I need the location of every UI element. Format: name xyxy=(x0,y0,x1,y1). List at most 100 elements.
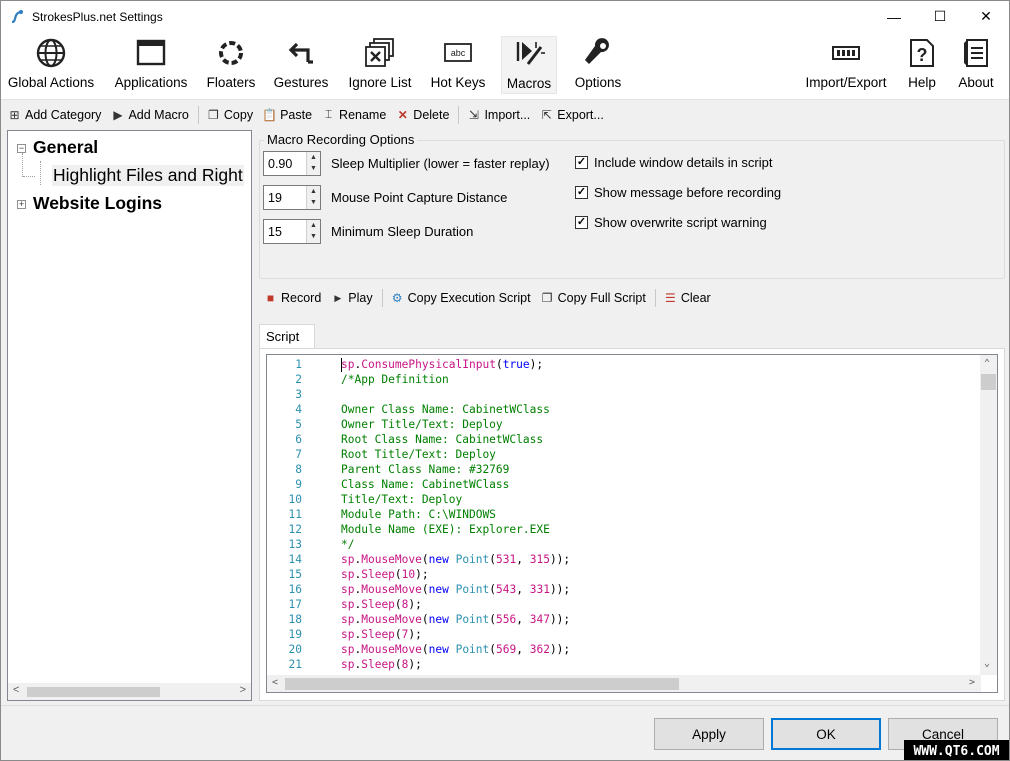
scroll-left-icon[interactable]: < xyxy=(272,677,278,688)
tab-hot-keys[interactable]: abc Hot Keys xyxy=(429,36,487,94)
code-line[interactable]: Class Name: CabinetWClass xyxy=(341,478,509,491)
code-line[interactable]: Owner Title/Text: Deploy xyxy=(341,418,503,431)
spin-down-icon[interactable]: ▼ xyxy=(307,197,320,208)
code-line[interactable]: sp.ConsumePhysicalInput(true); xyxy=(341,358,543,371)
capture-distance-stepper[interactable]: 19 ▲ ▼ xyxy=(263,185,321,210)
scroll-right-icon[interactable]: > xyxy=(240,684,246,696)
tree-category-website-logins[interactable]: Website Logins xyxy=(33,193,162,214)
expand-icon[interactable]: + xyxy=(17,200,26,209)
checkmark-icon[interactable]: ✓ xyxy=(575,216,588,229)
show-overwrite-checkbox[interactable]: ✓ Show overwrite script warning xyxy=(575,215,767,230)
delete-label: Delete xyxy=(413,107,450,122)
tab-about[interactable]: About xyxy=(953,36,999,94)
line-number-gutter: 1 2 3 4 5 6 7 8 9 10 11 12 13 14 15 16 17 18 19 20 21 xyxy=(267,355,320,675)
scroll-up-icon[interactable]: ⌃ xyxy=(984,358,990,369)
tab-label: Help xyxy=(908,75,936,90)
scroll-down-icon[interactable]: ⌄ xyxy=(984,658,990,669)
code-line[interactable]: */ xyxy=(341,538,354,551)
paste-button[interactable]: 📋 Paste xyxy=(262,108,312,122)
spin-up-icon[interactable]: ▲ xyxy=(307,186,320,197)
stepper-value[interactable]: 19 xyxy=(268,191,282,205)
macro-toolbar: ⊞ Add Category ▶ Add Macro ❐ Copy 📋 Paste ⌶ R… xyxy=(1,102,1009,127)
code-line[interactable]: sp.Sleep(8); xyxy=(341,658,422,671)
min-sleep-stepper[interactable]: 15 ▲ ▼ xyxy=(263,219,321,244)
checkmark-icon[interactable]: ✓ xyxy=(575,186,588,199)
editor-horizontal-scrollbar[interactable]: < > xyxy=(267,675,981,692)
tab-script[interactable]: Script xyxy=(259,324,315,349)
scrollbar-thumb[interactable] xyxy=(27,687,160,697)
maximize-button[interactable]: ☐ xyxy=(917,1,963,32)
copy-execution-script-button[interactable]: ⚙ Copy Execution Script xyxy=(390,291,531,305)
code-line[interactable]: /*App Definition xyxy=(341,373,449,386)
script-editor[interactable]: 1 2 3 4 5 6 7 8 9 10 11 12 13 14 15 16 17 18 19 20 21 sp.Con… xyxy=(266,354,998,693)
code-line[interactable]: sp.Sleep(10); xyxy=(341,568,429,581)
code-line[interactable]: Title/Text: Deploy xyxy=(341,493,462,506)
code-line[interactable]: Parent Class Name: #32769 xyxy=(341,463,509,476)
window-title: StrokesPlus.net Settings xyxy=(32,9,163,24)
code-line[interactable]: sp.MouseMove(new Point(569, 362)); xyxy=(341,643,570,656)
editor-vertical-scrollbar[interactable]: ⌃ ⌄ xyxy=(980,355,997,675)
spin-down-icon[interactable]: ▼ xyxy=(307,163,320,174)
clear-button[interactable]: ☰ Clear xyxy=(663,291,711,305)
code-line[interactable]: sp.Sleep(7); xyxy=(341,628,422,641)
code-line[interactable]: sp.Sleep(8); xyxy=(341,598,422,611)
line-number: 16 xyxy=(288,583,302,596)
code-line[interactable]: sp.MouseMove(new Point(543, 331)); xyxy=(341,583,570,596)
show-message-checkbox[interactable]: ✓ Show message before recording xyxy=(575,185,781,200)
export-button[interactable]: ⇱ Export... xyxy=(539,108,604,122)
delete-button[interactable]: ✕ Delete xyxy=(395,107,450,122)
checkmark-icon[interactable]: ✓ xyxy=(575,156,588,169)
code-line[interactable]: Module Name (EXE): Explorer.EXE xyxy=(341,523,550,536)
code-line[interactable]: Root Title/Text: Deploy xyxy=(341,448,496,461)
scroll-right-icon[interactable]: > xyxy=(969,677,975,688)
scroll-left-icon[interactable]: < xyxy=(13,684,19,696)
tab-label: Applications xyxy=(114,75,188,90)
tab-help[interactable]: ? Help xyxy=(903,36,941,94)
copy-button[interactable]: ❐ Copy xyxy=(206,108,253,122)
code-line[interactable]: sp.MouseMove(new Point(531, 315)); xyxy=(341,553,570,566)
tab-options[interactable]: Options xyxy=(571,36,625,94)
tab-gestures[interactable]: Gestures xyxy=(273,36,329,94)
tree-item-highlight-files[interactable]: Highlight Files and Right xyxy=(52,165,244,186)
tab-import-export[interactable]: Import/Export xyxy=(801,36,891,94)
include-window-details-checkbox[interactable]: ✓ Include window details in script xyxy=(575,155,772,170)
tab-applications[interactable]: Applications xyxy=(113,36,189,94)
macro-tree[interactable]: − General Highlight Files and Right + We… xyxy=(7,130,252,701)
spin-down-icon[interactable]: ▼ xyxy=(307,231,320,242)
rename-button[interactable]: ⌶ Rename xyxy=(321,107,386,122)
checkbox-label: Show message before recording xyxy=(594,185,782,200)
code-line[interactable]: sp.MouseMove(new Point(556, 347)); xyxy=(341,613,570,626)
play-button[interactable]: ▶ Play xyxy=(330,291,372,305)
minimize-button[interactable]: — xyxy=(871,1,917,32)
tab-global-actions[interactable]: Global Actions xyxy=(7,36,95,94)
spin-up-icon[interactable]: ▲ xyxy=(307,152,320,163)
code-line[interactable]: Module Path: C:\WINDOWS xyxy=(341,508,496,521)
tree-category-general[interactable]: General xyxy=(33,137,98,158)
record-button[interactable]: ■ Record xyxy=(263,291,321,305)
collapse-icon[interactable]: − xyxy=(17,144,26,153)
add-category-button[interactable]: ⊞ Add Category xyxy=(7,108,101,122)
tab-label: Hot Keys xyxy=(430,75,486,90)
tab-macros[interactable]: Macros xyxy=(501,36,557,94)
close-button[interactable]: ✕ xyxy=(963,1,1009,32)
scrollbar-thumb[interactable] xyxy=(285,678,679,690)
code-line[interactable]: Owner Class Name: CabinetWClass xyxy=(341,403,550,416)
scrollbar-thumb[interactable] xyxy=(981,374,996,390)
tree-horizontal-scrollbar[interactable]: < > xyxy=(8,683,251,700)
tab-floaters[interactable]: Floaters xyxy=(205,36,257,94)
add-macro-button[interactable]: ▶ Add Macro xyxy=(110,108,189,122)
sleep-multiplier-stepper[interactable]: 0.90 ▲ ▼ xyxy=(263,151,321,176)
copy-full-script-button[interactable]: ❐ Copy Full Script xyxy=(540,291,646,305)
code-line[interactable]: Root Class Name: CabinetWClass xyxy=(341,433,543,446)
spin-up-icon[interactable]: ▲ xyxy=(307,220,320,231)
tab-label: Floaters xyxy=(206,75,256,90)
keyboard-abc-icon: abc xyxy=(444,43,472,62)
tab-ignore-list[interactable]: Ignore List xyxy=(345,36,415,94)
stepper-value[interactable]: 15 xyxy=(268,225,282,239)
apply-button[interactable]: Apply xyxy=(654,718,764,750)
checkbox-label: Show overwrite script warning xyxy=(594,215,767,230)
import-export-icon xyxy=(832,46,860,60)
stepper-value[interactable]: 0.90 xyxy=(268,157,292,171)
ok-button[interactable]: OK xyxy=(771,718,881,750)
import-button[interactable]: ⇲ Import... xyxy=(466,108,530,122)
